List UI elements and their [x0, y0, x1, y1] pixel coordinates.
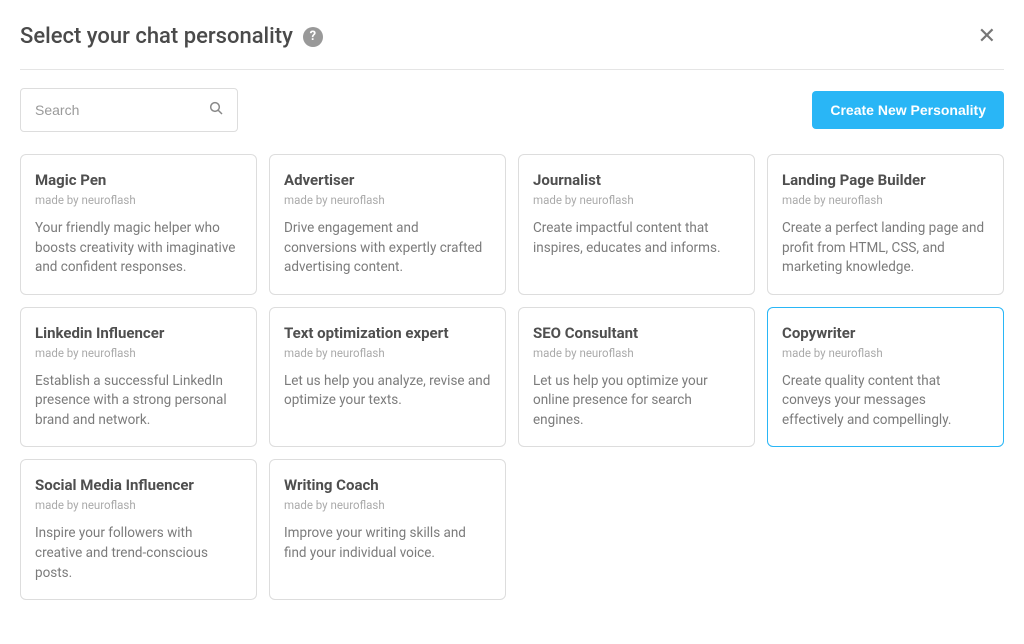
- personality-card[interactable]: Advertiser made by neuroflash Drive engage…: [269, 154, 506, 295]
- card-title: Advertiser: [284, 171, 491, 189]
- card-author: made by neuroflash: [782, 193, 989, 207]
- card-description: Let us help you optimize your online pre…: [533, 372, 740, 431]
- create-new-personality-button[interactable]: Create New Personality: [812, 91, 1004, 129]
- card-author: made by neuroflash: [284, 498, 491, 512]
- personality-card[interactable]: Copywriter made by neuroflash Create quali…: [767, 307, 1004, 448]
- card-title: Writing Coach: [284, 476, 491, 494]
- card-title: Copywriter: [782, 324, 989, 342]
- search-input[interactable]: [20, 88, 238, 132]
- card-author: made by neuroflash: [284, 346, 491, 360]
- card-title: SEO Consultant: [533, 324, 740, 342]
- card-description: Inspire your followers with creative and…: [35, 524, 242, 583]
- personality-grid: Magic Pen made by neuroflash Your friendly…: [20, 154, 1004, 600]
- personality-card[interactable]: Social Media Influencer made by neuroflas…: [20, 459, 257, 600]
- card-author: made by neuroflash: [35, 498, 242, 512]
- close-icon[interactable]: ✕: [970, 20, 1004, 53]
- personality-card[interactable]: Writing Coach made by neuroflash Improve y…: [269, 459, 506, 600]
- card-title: Landing Page Builder: [782, 171, 989, 189]
- page-title: Select your chat personality: [20, 24, 293, 49]
- personality-card[interactable]: Landing Page Builder made by neuroflash Cr…: [767, 154, 1004, 295]
- card-description: Establish a successful LinkedIn presence…: [35, 372, 242, 431]
- card-author: made by neuroflash: [782, 346, 989, 360]
- card-description: Create quality content that conveys your…: [782, 372, 989, 431]
- personality-card[interactable]: Linkedin Influencer made by neuroflash Est…: [20, 307, 257, 448]
- card-author: made by neuroflash: [533, 193, 740, 207]
- card-description: Improve your writing skills and find you…: [284, 524, 491, 563]
- search-wrap: [20, 88, 238, 132]
- card-author: made by neuroflash: [533, 346, 740, 360]
- personality-card[interactable]: Text optimization expert made by neurofla…: [269, 307, 506, 448]
- card-author: made by neuroflash: [284, 193, 491, 207]
- personality-card[interactable]: SEO Consultant made by neuroflash Let us h…: [518, 307, 755, 448]
- card-description: Your friendly magic helper who boosts cr…: [35, 219, 242, 278]
- personality-card[interactable]: Journalist made by neuroflash Create impac…: [518, 154, 755, 295]
- card-title: Magic Pen: [35, 171, 242, 189]
- card-author: made by neuroflash: [35, 193, 242, 207]
- card-title: Social Media Influencer: [35, 476, 242, 494]
- card-author: made by neuroflash: [35, 346, 242, 360]
- card-title: Linkedin Influencer: [35, 324, 242, 342]
- card-description: Drive engagement and conversions with ex…: [284, 219, 491, 278]
- header-left: Select your chat personality ?: [20, 24, 323, 49]
- personality-card[interactable]: Magic Pen made by neuroflash Your friendly…: [20, 154, 257, 295]
- card-description: Let us help you analyze, revise and opti…: [284, 372, 491, 411]
- card-title: Text optimization expert: [284, 324, 491, 342]
- help-icon[interactable]: ?: [303, 27, 323, 47]
- card-title: Journalist: [533, 171, 740, 189]
- toolbar: Create New Personality: [20, 88, 1004, 132]
- card-description: Create a perfect landing page and profit…: [782, 219, 989, 278]
- modal-header: Select your chat personality ? ✕: [20, 20, 1004, 70]
- card-description: Create impactful content that inspires, …: [533, 219, 740, 258]
